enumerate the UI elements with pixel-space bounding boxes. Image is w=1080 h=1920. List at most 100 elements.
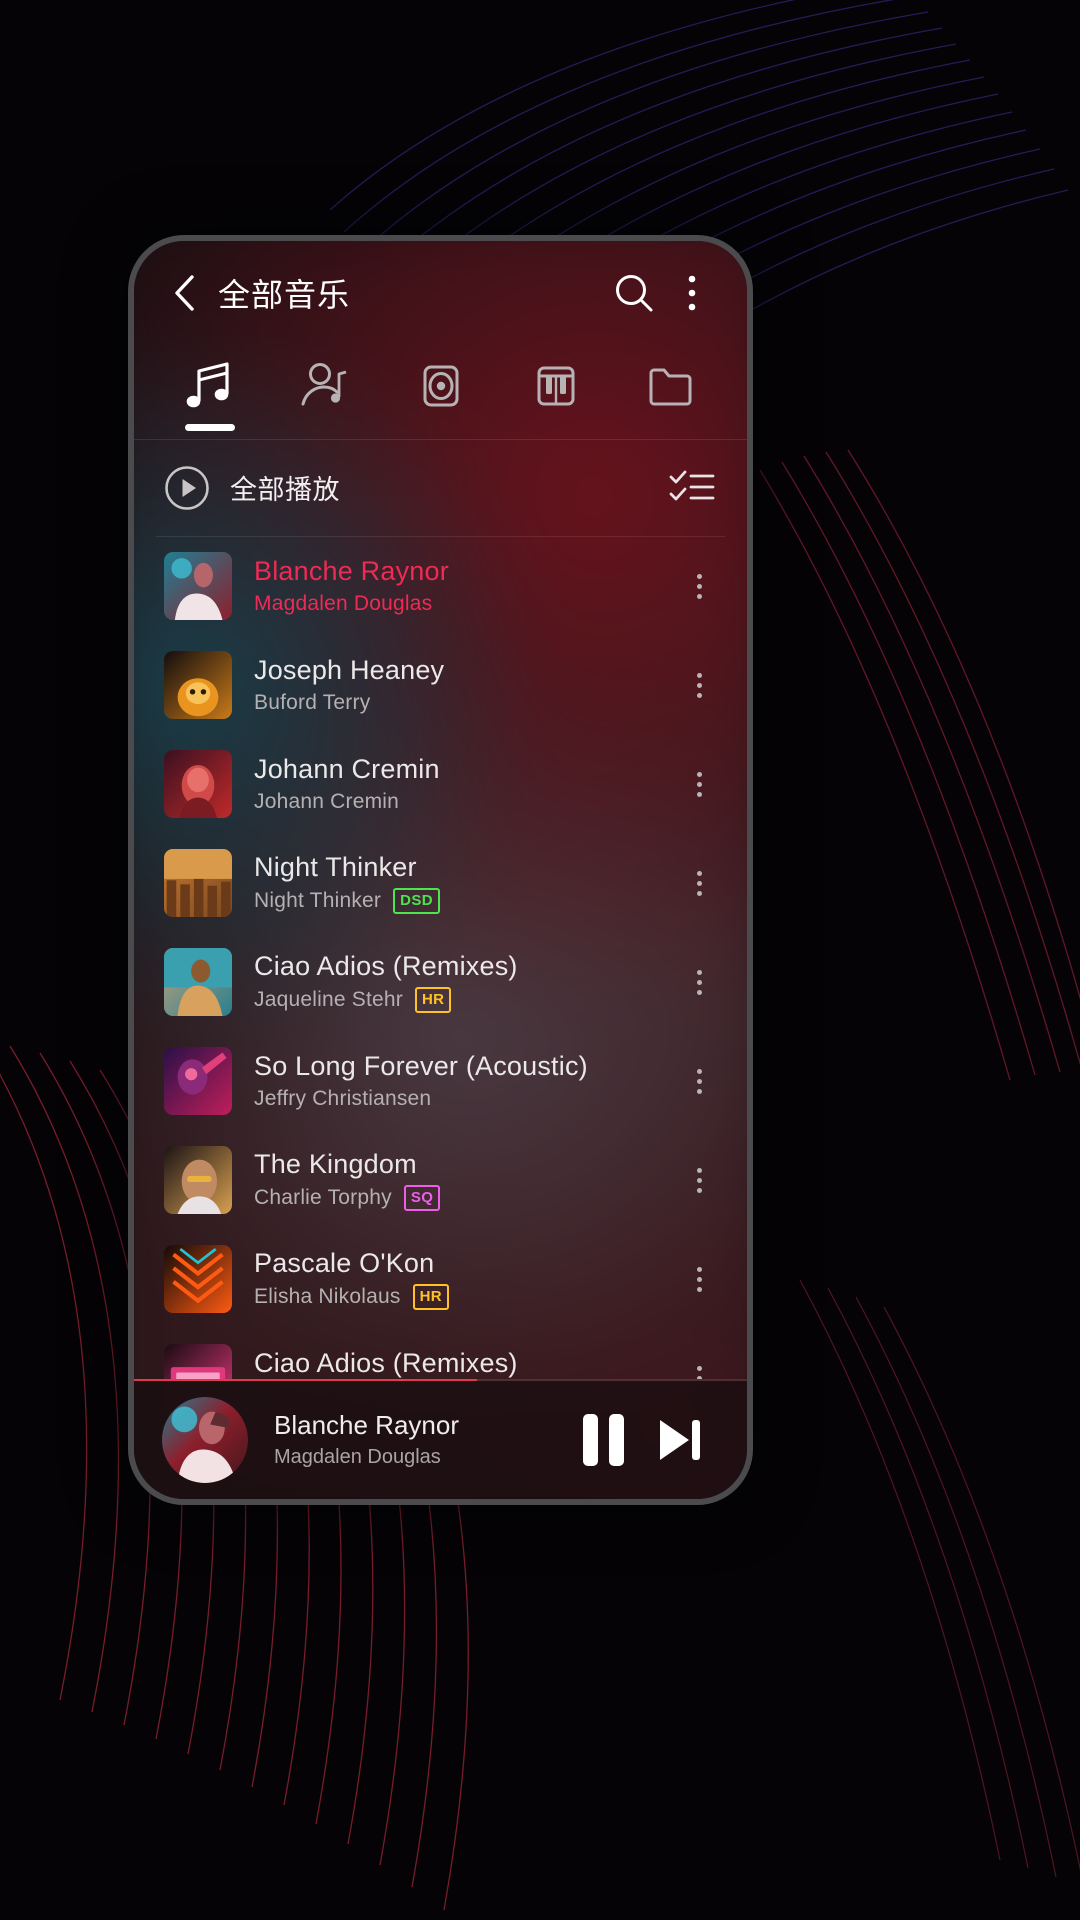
song-subline: Jaqueline Stehr HR [254, 987, 671, 1014]
album-icon [423, 365, 459, 407]
song-subline: Elisha Nikolaus HR [254, 1284, 671, 1311]
pause-button[interactable] [565, 1402, 641, 1478]
song-artist: Night Thinker [254, 889, 382, 913]
song-album-art[interactable] [164, 1344, 232, 1379]
tab-songs[interactable] [152, 353, 267, 439]
now-playing-artist: Magdalen Douglas [274, 1446, 441, 1469]
song-more-button[interactable] [671, 1068, 727, 1094]
song-row[interactable]: Night Thinker Night Thinker DSD [134, 834, 747, 933]
song-title: Pascale O'Kon [254, 1248, 435, 1279]
now-playing-album-art[interactable] [162, 1396, 248, 1483]
play-all-label: 全部播放 [230, 475, 340, 506]
tab-albums[interactable] [383, 353, 498, 439]
quality-badge-sq: SQ [403, 1185, 441, 1212]
song-row[interactable]: Pascale O'Kon Elisha Nikolaus HR [134, 1230, 747, 1329]
search-button[interactable] [605, 264, 663, 322]
tab-genres[interactable] [498, 353, 613, 439]
more-vertical-icon [688, 275, 696, 311]
song-row[interactable]: Johann Cremin Johann Cremin [134, 735, 747, 834]
song-artist: Magdalen Douglas [254, 592, 433, 616]
album-art-image [164, 948, 232, 1017]
skip-next-icon [660, 1419, 700, 1460]
song-meta: Ciao Adios (Remixes) Jaqueline Stehr HR [254, 951, 671, 1014]
more-options-button[interactable] [663, 264, 721, 322]
album-art-image [162, 1396, 248, 1483]
song-album-art[interactable] [164, 750, 232, 819]
song-title: The Kingdom [254, 1149, 417, 1180]
song-album-art[interactable] [164, 651, 232, 720]
song-row[interactable]: The Kingdom Charlie Torphy SQ [134, 1131, 747, 1230]
play-all-row[interactable]: 全部播放 [134, 440, 747, 536]
page-title: 全部音乐 [218, 277, 351, 313]
song-album-art[interactable] [164, 1245, 232, 1314]
song-artist: Jeffry Christiansen [254, 1087, 432, 1111]
song-subline: Charlie Torphy SQ [254, 1185, 671, 1212]
multi-select-button[interactable] [663, 459, 721, 517]
song-more-button[interactable] [671, 672, 727, 698]
song-title: Ciao Adios (Remixes) [254, 951, 518, 982]
next-track-button[interactable] [641, 1402, 717, 1478]
song-album-art[interactable] [164, 1047, 232, 1116]
song-title: Ciao Adios (Remixes) [254, 1348, 518, 1379]
play-circle-icon [165, 466, 209, 510]
song-more-button[interactable] [671, 1266, 727, 1292]
tab-active-indicator [184, 424, 235, 431]
song-album-art[interactable] [164, 1146, 232, 1215]
piano-icon [537, 366, 575, 406]
song-row[interactable]: Ciao Adios (Remixes) Willis Osinski [134, 1329, 747, 1379]
now-playing-meta: Blanche Raynor Magdalen Douglas [274, 1410, 565, 1469]
now-playing-bar[interactable]: Blanche Raynor Magdalen Douglas [134, 1380, 747, 1499]
song-meta: Blanche Raynor Magdalen Douglas [254, 556, 671, 616]
music-note-icon [186, 362, 229, 408]
song-meta: Joseph Heaney Buford Terry [254, 655, 671, 715]
song-row[interactable]: Blanche Raynor Magdalen Douglas [134, 537, 747, 636]
song-title: So Long Forever (Acoustic) [254, 1051, 588, 1082]
tab-folders[interactable] [614, 353, 729, 439]
phone-device-frame: 全部音乐 全部播放 Blanche Raynor Magdalen Dougla… [128, 235, 753, 1505]
song-title: Joseph Heaney [254, 655, 445, 686]
song-album-art[interactable] [164, 948, 232, 1017]
album-art-image [164, 1047, 232, 1116]
now-playing-title: Blanche Raynor [274, 1410, 459, 1441]
music-app: 全部音乐 全部播放 Blanche Raynor Magdalen Dougla… [134, 241, 747, 1499]
song-row[interactable]: So Long Forever (Acoustic) Jeffry Christ… [134, 1032, 747, 1131]
song-album-art[interactable] [164, 552, 232, 621]
song-more-button[interactable] [671, 1167, 727, 1193]
folder-icon [649, 368, 692, 406]
album-art-image [164, 651, 232, 720]
song-title: Blanche Raynor [254, 556, 449, 587]
song-more-button[interactable] [671, 969, 727, 995]
search-icon [616, 275, 653, 312]
song-album-art[interactable] [164, 849, 232, 918]
song-subline: Night Thinker DSD [254, 888, 671, 915]
song-meta: Night Thinker Night Thinker DSD [254, 852, 671, 915]
song-artist: Johann Cremin [254, 790, 400, 814]
tab-artists[interactable] [267, 353, 382, 439]
song-list[interactable]: Blanche Raynor Magdalen Douglas Joseph H… [134, 537, 747, 1379]
back-button[interactable] [162, 271, 206, 315]
song-artist: Jaqueline Stehr [254, 988, 403, 1012]
album-art-image [164, 750, 232, 819]
song-subline: Buford Terry [254, 691, 671, 715]
song-meta: Pascale O'Kon Elisha Nikolaus HR [254, 1248, 671, 1311]
song-artist: Charlie Torphy [254, 1186, 392, 1210]
song-row[interactable]: Ciao Adios (Remixes) Jaqueline Stehr HR [134, 933, 747, 1032]
song-title: Johann Cremin [254, 754, 440, 785]
song-more-button[interactable] [671, 771, 727, 797]
song-row[interactable]: Joseph Heaney Buford Terry [134, 636, 747, 735]
song-subline: Magdalen Douglas [254, 592, 671, 616]
quality-badge-hr: HR [412, 1284, 450, 1311]
song-title: Night Thinker [254, 852, 417, 883]
album-art-image [164, 849, 232, 918]
song-subline: Johann Cremin [254, 790, 671, 814]
song-artist: Elisha Nikolaus [254, 1285, 401, 1309]
song-more-button[interactable] [671, 573, 727, 599]
checklist-icon [669, 470, 715, 501]
album-art-image [164, 1344, 232, 1379]
song-more-button[interactable] [671, 1365, 727, 1379]
song-more-button[interactable] [671, 870, 727, 896]
album-art-image [164, 1146, 232, 1215]
song-meta: Ciao Adios (Remixes) Willis Osinski [254, 1348, 671, 1379]
app-top-bar: 全部音乐 [134, 241, 747, 345]
song-subline: Jeffry Christiansen [254, 1087, 671, 1111]
